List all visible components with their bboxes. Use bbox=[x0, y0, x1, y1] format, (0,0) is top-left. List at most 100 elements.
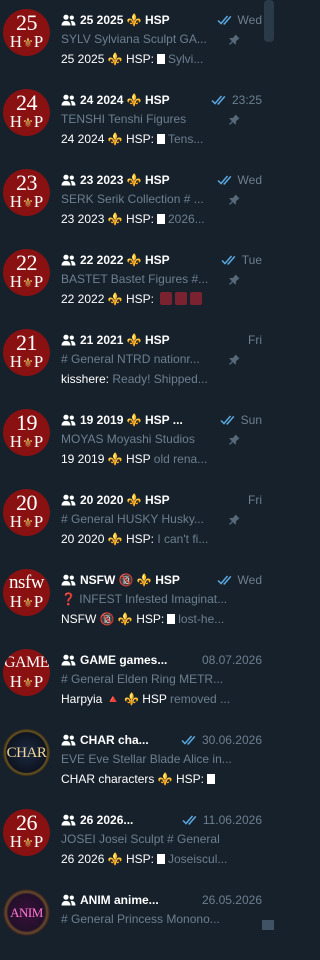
chat-topics: BASTET Bastet Figures #... bbox=[61, 272, 209, 286]
preview-text: old rena... bbox=[153, 452, 208, 466]
chat-row[interactable]: 21 H⚜P 21 2021 ⚜️ HSP Fri # General NTRD nat… bbox=[0, 320, 262, 400]
preview-text: removed ... bbox=[170, 692, 231, 706]
chat-row[interactable]: 20 H⚜P 20 2020 ⚜️ HSP Fri # General HUSKY Hu… bbox=[0, 480, 262, 560]
avatar-label: GAME bbox=[3, 654, 50, 671]
chat-time: Sun bbox=[240, 413, 262, 427]
preview-sender: 20 2020 ⚜️ HSP: bbox=[61, 532, 154, 546]
pin-icon bbox=[229, 34, 240, 45]
media-thumbnail bbox=[190, 292, 203, 305]
document-icon bbox=[206, 774, 215, 784]
avatar-subtext: H⚜P bbox=[9, 352, 44, 371]
avatar-label: 23 bbox=[16, 170, 38, 195]
chat-list: 25 H⚜P 25 2025 ⚜️ HSP Wed SYLV Sylviana Scul… bbox=[0, 0, 262, 960]
chat-time: 23:25 bbox=[231, 93, 262, 107]
group-icon bbox=[61, 654, 76, 666]
chat-title: 20 2020 ⚜️ HSP bbox=[80, 493, 170, 507]
avatar-label: 21 bbox=[16, 330, 38, 355]
preview-sender: 24 2024 ⚜️ HSP: bbox=[61, 132, 154, 146]
read-receipt-icon bbox=[211, 95, 226, 105]
chat-avatar: CHAR bbox=[3, 729, 50, 776]
chat-preview: 24 2024 ⚜️ HSP: Tens... bbox=[61, 132, 258, 148]
preview-sender: 19 2019 ⚜️ HSP bbox=[61, 452, 151, 466]
preview-text: I can't fi... bbox=[157, 532, 209, 546]
chat-avatar: 26 H⚜P bbox=[3, 809, 50, 856]
preview-sender: kisshere: bbox=[61, 372, 110, 386]
scrollbar[interactable] bbox=[262, 0, 274, 930]
avatar-label: CHAR bbox=[6, 744, 47, 761]
read-receipt-icon bbox=[217, 175, 231, 185]
avatar-label: 24 bbox=[16, 90, 38, 115]
chat-preview: NSFW 🔞 ⚜️ HSP: lost-he... bbox=[61, 612, 258, 628]
chat-preview bbox=[61, 932, 258, 948]
group-icon bbox=[61, 894, 76, 906]
chat-preview: Harpyia 🔺 ⚜️ HSP removed ... bbox=[61, 692, 258, 708]
group-icon bbox=[61, 814, 76, 826]
chat-row[interactable]: CHAR CHAR cha... 30.06.2026 EVE Eve Stellar… bbox=[0, 720, 262, 800]
preview-sender: NSFW 🔞 ⚜️ HSP: bbox=[61, 612, 165, 626]
group-icon bbox=[61, 734, 76, 746]
chat-topics: JOSEI Josei Sculpt # General bbox=[61, 832, 220, 846]
chat-time: Wed bbox=[237, 573, 262, 587]
group-icon bbox=[61, 494, 76, 506]
media-thumbnail bbox=[160, 292, 173, 305]
chat-title: NSFW 🔞 ⚜️ HSP bbox=[80, 573, 180, 587]
chat-preview: kisshere: Ready! Shipped... bbox=[61, 372, 258, 388]
document-icon bbox=[157, 854, 165, 864]
chat-title: CHAR cha... bbox=[80, 733, 149, 747]
read-receipt-icon bbox=[221, 255, 236, 265]
chat-preview: 19 2019 ⚜️ HSP old rena... bbox=[61, 452, 258, 468]
group-icon bbox=[61, 94, 76, 106]
chat-avatar: 23 H⚜P bbox=[3, 169, 50, 216]
chat-row[interactable]: GAME H⚜P GAME games... 08.07.2026 # General … bbox=[0, 640, 262, 720]
pin-icon bbox=[229, 434, 240, 445]
chat-time: Wed bbox=[237, 173, 262, 187]
read-receipt-icon bbox=[220, 415, 235, 425]
avatar-label: 19 bbox=[16, 410, 38, 435]
chat-row[interactable]: ANIM ANIM anime... 26.05.2026 # General Pri… bbox=[0, 880, 262, 960]
chat-row[interactable]: 19 H⚜P 19 2019 ⚜️ HSP ... Sun MOYAS Moyashi … bbox=[0, 400, 262, 480]
pin-icon bbox=[229, 354, 240, 365]
chat-row[interactable]: 24 H⚜P 24 2024 ⚜️ HSP 23:25 TENSHI Tenshi Fi… bbox=[0, 80, 262, 160]
avatar-subtext: H⚜P bbox=[9, 432, 44, 451]
chat-time: 30.06.2026 bbox=[201, 733, 262, 747]
chat-preview: 20 2020 ⚜️ HSP: I can't fi... bbox=[61, 532, 258, 548]
chat-topics: MOYAS Moyashi Studios bbox=[61, 432, 195, 446]
read-receipt-icon bbox=[217, 575, 231, 585]
avatar-subtext: H⚜P bbox=[9, 592, 44, 611]
chat-title: 25 2025 ⚜️ HSP bbox=[80, 13, 170, 27]
chat-topics: # General Elden Ring METR... bbox=[61, 672, 224, 686]
chat-row[interactable]: 23 H⚜P 23 2023 ⚜️ HSP Wed SERK Serik Collect… bbox=[0, 160, 262, 240]
scrollbar-corner bbox=[262, 920, 274, 930]
chat-title: ANIM anime... bbox=[80, 893, 159, 907]
chat-row[interactable]: 25 H⚜P 25 2025 ⚜️ HSP Wed SYLV Sylviana Scul… bbox=[0, 0, 262, 80]
avatar-subtext: H⚜P bbox=[9, 832, 44, 851]
preview-sender: 26 2026 ⚜️ HSP: bbox=[61, 852, 154, 866]
chat-avatar: nsfw H⚜P bbox=[3, 569, 50, 616]
avatar-label: nsfw bbox=[9, 572, 44, 593]
document-icon bbox=[157, 134, 165, 144]
avatar-subtext: H⚜P bbox=[9, 672, 44, 691]
chat-title: 23 2023 ⚜️ HSP bbox=[80, 173, 170, 187]
group-icon bbox=[61, 414, 76, 426]
chat-title: 26 2026... bbox=[80, 813, 134, 827]
pin-icon bbox=[229, 194, 240, 205]
scrollbar-thumb[interactable] bbox=[264, 0, 274, 42]
chat-avatar: 19 H⚜P bbox=[3, 409, 50, 456]
chat-avatar: 25 H⚜P bbox=[3, 9, 50, 56]
group-icon bbox=[61, 174, 76, 186]
chat-time: Wed bbox=[237, 13, 262, 27]
chat-row[interactable]: 26 H⚜P 26 2026... 11.06.2026 JOSEI Josei Scu… bbox=[0, 800, 262, 880]
pin-icon bbox=[229, 114, 240, 125]
read-receipt-icon bbox=[182, 815, 197, 825]
chat-row[interactable]: nsfw H⚜P NSFW 🔞 ⚜️ HSP Wed ❓ INFEST Infested… bbox=[0, 560, 262, 640]
chat-topics: ❓ INFEST Infested Imaginat... bbox=[61, 592, 228, 606]
document-icon bbox=[157, 214, 165, 224]
group-icon bbox=[61, 334, 76, 346]
chat-preview: 22 2022 ⚜️ HSP: bbox=[61, 292, 258, 308]
chat-time: Fri bbox=[248, 493, 262, 507]
avatar-label: 20 bbox=[16, 490, 38, 515]
chat-topics: EVE Eve Stellar Blade Alice in... bbox=[61, 752, 232, 766]
read-receipt-icon bbox=[217, 15, 231, 25]
chat-row[interactable]: 22 H⚜P 22 2022 ⚜️ HSP Tue BASTET Bastet Figu… bbox=[0, 240, 262, 320]
chat-topics: SYLV Sylviana Sculpt GA... bbox=[61, 32, 207, 46]
